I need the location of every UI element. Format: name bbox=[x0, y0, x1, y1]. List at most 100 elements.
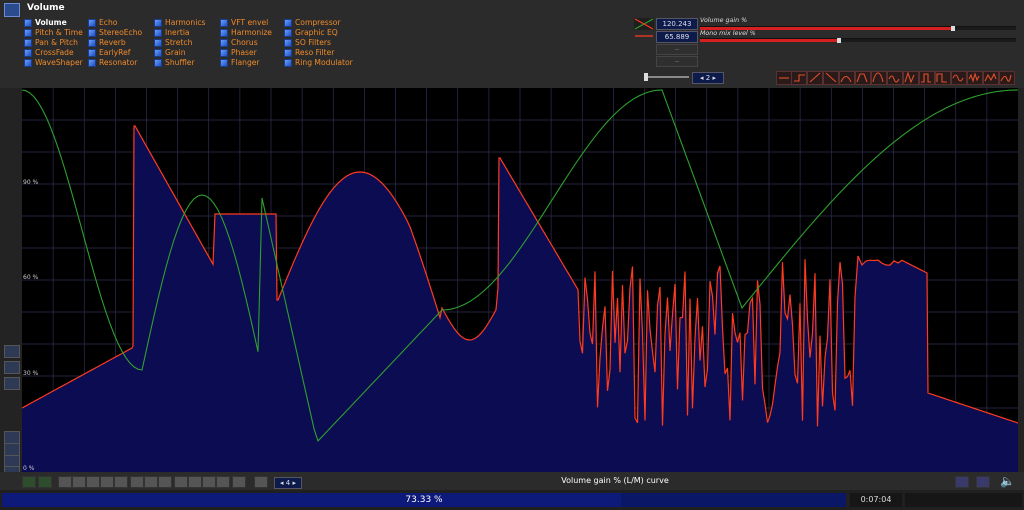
select-tool-icon[interactable] bbox=[4, 377, 20, 390]
effect-stretch[interactable]: Stretch bbox=[154, 38, 205, 48]
effect-crossfade[interactable]: CrossFade bbox=[24, 48, 83, 58]
effect-shuffler[interactable]: Shuffler bbox=[154, 58, 205, 68]
effect-earlyref[interactable]: EarlyRef bbox=[88, 48, 142, 58]
checkbox-icon[interactable] bbox=[284, 28, 292, 37]
checkbox-icon[interactable] bbox=[284, 18, 292, 27]
tool-button-12[interactable] bbox=[216, 476, 230, 488]
grid-button[interactable] bbox=[254, 476, 268, 488]
checkbox-icon[interactable] bbox=[24, 48, 32, 57]
checkbox-icon[interactable] bbox=[88, 18, 96, 27]
curve-stepper[interactable]: ◂ 2 ▸ bbox=[692, 72, 724, 84]
param-3-button[interactable]: -- bbox=[656, 44, 698, 55]
tool-button-1[interactable] bbox=[58, 476, 72, 488]
curve-noise-button[interactable] bbox=[967, 71, 983, 85]
checkbox-icon[interactable] bbox=[88, 38, 96, 47]
effect-chorus[interactable]: Chorus bbox=[220, 38, 272, 48]
tool-button-13[interactable] bbox=[232, 476, 246, 488]
effect-so-filters[interactable]: SO Filters bbox=[284, 38, 353, 48]
effect-reso-filter[interactable]: Reso Filter bbox=[284, 48, 353, 58]
tool-button-11[interactable] bbox=[202, 476, 216, 488]
curve-step-button[interactable] bbox=[791, 71, 807, 85]
effect-inertia[interactable]: Inertia bbox=[154, 28, 205, 38]
checkbox-icon[interactable] bbox=[220, 18, 228, 27]
checkbox-icon[interactable] bbox=[154, 28, 162, 37]
curve-plot[interactable] bbox=[22, 88, 1018, 472]
draw-line-icon[interactable] bbox=[4, 361, 20, 374]
volume-gain-slider-knob[interactable] bbox=[950, 26, 955, 31]
checkbox-icon[interactable] bbox=[24, 38, 32, 47]
checkbox-icon[interactable] bbox=[284, 48, 292, 57]
draw-curve-icon[interactable] bbox=[4, 345, 20, 358]
effect-waveshaper[interactable]: WaveShaper bbox=[24, 58, 83, 68]
curve-hill-button[interactable] bbox=[855, 71, 871, 85]
stepper-right-icon[interactable]: ▸ bbox=[292, 479, 296, 487]
export-curve-button[interactable] bbox=[955, 476, 969, 488]
tool-button-9[interactable] bbox=[174, 476, 188, 488]
stepper-left-icon[interactable]: ◂ bbox=[280, 479, 284, 487]
tool-button-5[interactable] bbox=[114, 476, 128, 488]
effect-pitch-time[interactable]: Pitch & Time bbox=[24, 28, 83, 38]
param-4-button[interactable]: -- bbox=[656, 56, 698, 67]
checkbox-icon[interactable] bbox=[220, 58, 228, 67]
curve-custom-button[interactable] bbox=[999, 71, 1015, 85]
checkbox-icon[interactable] bbox=[88, 58, 96, 67]
checkbox-icon[interactable] bbox=[284, 58, 292, 67]
curve-selector-knob[interactable] bbox=[644, 73, 648, 81]
effect-compressor[interactable]: Compressor bbox=[284, 18, 353, 28]
curve-arch-button[interactable] bbox=[839, 71, 855, 85]
mono-mix-slider[interactable] bbox=[700, 38, 1016, 43]
effect-grain[interactable]: Grain bbox=[154, 48, 205, 58]
curve-ramp-up-button[interactable] bbox=[807, 71, 823, 85]
effect-resonator[interactable]: Resonator bbox=[88, 58, 142, 68]
curve-random-button[interactable] bbox=[983, 71, 999, 85]
effect-harmonize[interactable]: Harmonize bbox=[220, 28, 272, 38]
checkbox-icon[interactable] bbox=[88, 48, 96, 57]
checkbox-icon[interactable] bbox=[154, 18, 162, 27]
checkbox-icon[interactable] bbox=[88, 28, 96, 37]
curve-ramp-down-button[interactable] bbox=[823, 71, 839, 85]
curve-bump-button[interactable] bbox=[871, 71, 887, 85]
window-icon[interactable] bbox=[4, 3, 20, 17]
effect-reverb[interactable]: Reverb bbox=[88, 38, 142, 48]
move-point-button[interactable] bbox=[38, 476, 52, 488]
checkbox-icon[interactable] bbox=[154, 48, 162, 57]
tool-button-8[interactable] bbox=[158, 476, 172, 488]
effect-flanger[interactable]: Flanger bbox=[220, 58, 272, 68]
curve-selector-slider[interactable] bbox=[645, 76, 689, 78]
import-curve-button[interactable] bbox=[976, 476, 990, 488]
effect-stereoecho[interactable]: StereoEcho bbox=[88, 28, 142, 38]
curve-sine-button[interactable] bbox=[951, 71, 967, 85]
curve-flat-button[interactable] bbox=[776, 71, 792, 85]
stepper-right-icon[interactable]: ▸ bbox=[712, 74, 716, 82]
curve-square-button[interactable] bbox=[935, 71, 951, 85]
checkbox-icon[interactable] bbox=[24, 58, 32, 67]
curve-editor[interactable] bbox=[22, 88, 1018, 472]
tool-button-2[interactable] bbox=[72, 476, 86, 488]
curve-spike-button[interactable] bbox=[903, 71, 919, 85]
checkbox-icon[interactable] bbox=[284, 38, 292, 47]
effect-phaser[interactable]: Phaser bbox=[220, 48, 272, 58]
effect-harmonics[interactable]: Harmonics bbox=[154, 18, 205, 28]
checkbox-icon[interactable] bbox=[154, 58, 162, 67]
effect-ring-modulator[interactable]: Ring Modulator bbox=[284, 58, 353, 68]
checkbox-icon[interactable] bbox=[220, 48, 228, 57]
checkbox-icon[interactable] bbox=[220, 38, 228, 47]
stepper-left-icon[interactable]: ◂ bbox=[700, 74, 704, 82]
checkbox-icon[interactable] bbox=[154, 38, 162, 47]
tool-button-4[interactable] bbox=[100, 476, 114, 488]
tool-button-7[interactable] bbox=[144, 476, 158, 488]
checkbox-icon[interactable] bbox=[24, 18, 32, 27]
checkbox-icon[interactable] bbox=[220, 28, 228, 37]
tool-button-3[interactable] bbox=[86, 476, 100, 488]
mono-mix-slider-knob[interactable] bbox=[837, 38, 842, 43]
add-point-button[interactable] bbox=[22, 476, 36, 488]
curve-pulse-button[interactable] bbox=[919, 71, 935, 85]
effect-pan-pitch[interactable]: Pan & Pitch bbox=[24, 38, 83, 48]
speaker-icon[interactable]: 🔈 bbox=[1000, 474, 1015, 488]
volume-gain-value[interactable]: 120.243 bbox=[656, 18, 698, 30]
checkbox-icon[interactable] bbox=[24, 28, 32, 37]
tool-button-10[interactable] bbox=[188, 476, 202, 488]
tool-button-6[interactable] bbox=[130, 476, 144, 488]
grid-stepper[interactable]: ◂ 4 ▸ bbox=[274, 477, 302, 489]
effect-graphic-eq[interactable]: Graphic EQ bbox=[284, 28, 353, 38]
